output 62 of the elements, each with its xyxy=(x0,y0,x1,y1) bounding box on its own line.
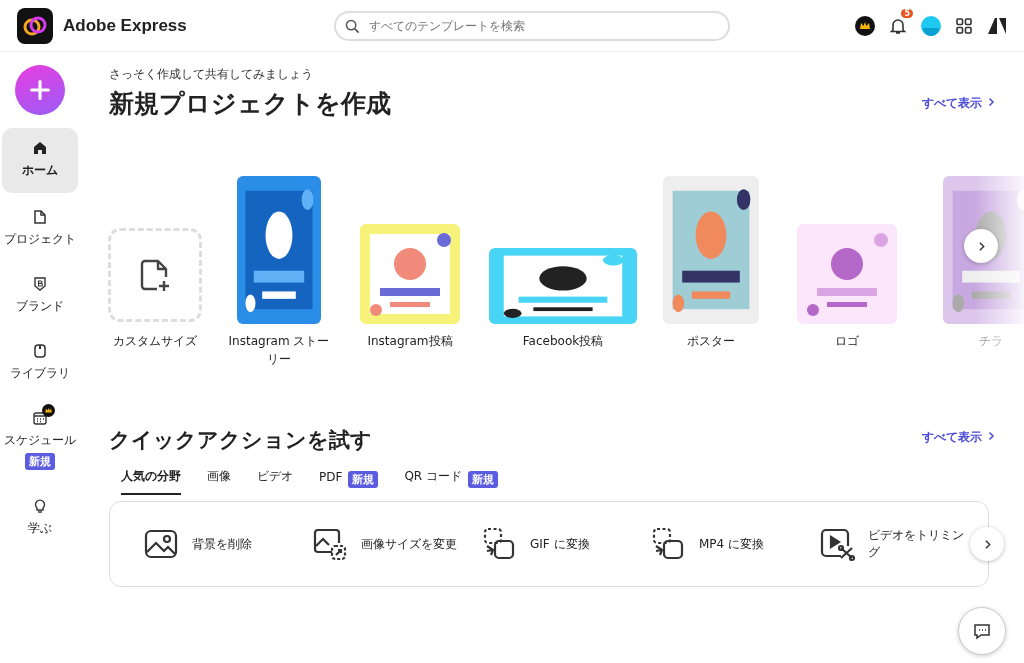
sidebar-item[interactable]: ホーム xyxy=(2,128,78,193)
category-tab[interactable]: PDF xyxy=(319,465,343,494)
chevron-right-icon xyxy=(986,431,996,441)
adobe-logo-icon[interactable] xyxy=(987,15,1007,36)
sidebar-item[interactable]: 学ぶ xyxy=(2,486,78,549)
home-icon xyxy=(32,140,48,156)
chat-button[interactable] xyxy=(958,607,1006,655)
search-field[interactable]: すべてのテンプレートを検索 xyxy=(334,10,730,41)
chat-icon xyxy=(972,621,992,641)
convert-icon[interactable] xyxy=(481,526,517,562)
sidebar-item[interactable]: ブランド xyxy=(2,264,78,327)
create-button[interactable] xyxy=(15,65,65,115)
chevron-right-icon xyxy=(986,97,996,107)
template-label[interactable]: カスタムサイズ xyxy=(100,332,210,350)
lightbulb-icon xyxy=(32,498,48,514)
file-icon xyxy=(32,209,48,225)
quick-action-label[interactable]: ビデオをトリミング xyxy=(868,527,968,561)
quick-action-label[interactable]: GIF に変換 xyxy=(530,535,630,553)
quick-action-label[interactable]: 背景を削除 xyxy=(192,535,292,553)
see-all-link[interactable]: すべて表示 xyxy=(922,95,996,112)
template-label[interactable]: Facebook投稿 xyxy=(508,332,618,350)
convert-icon[interactable] xyxy=(650,526,686,562)
template-label[interactable]: ポスター xyxy=(656,332,766,350)
video-trim-icon[interactable] xyxy=(819,526,855,562)
category-tab[interactable]: QR コード xyxy=(404,464,462,495)
sidebar-item-label: ホーム xyxy=(22,162,58,179)
sidebar-item[interactable]: プロジェクト xyxy=(2,197,78,260)
see-all-link[interactable]: すべて表示 xyxy=(922,429,996,446)
template-label[interactable]: Instagram投稿 xyxy=(355,332,465,350)
category-tab[interactable]: ビデオ xyxy=(257,464,293,495)
avatar-icon[interactable] xyxy=(921,15,941,36)
new-badge: 新規 xyxy=(348,471,379,488)
crown-icon[interactable] xyxy=(855,15,875,36)
new-badge: 新規 xyxy=(468,471,498,488)
category-tab[interactable]: 人気の分野 xyxy=(121,464,181,495)
custom-size-card[interactable] xyxy=(108,228,202,322)
plus-icon xyxy=(28,78,52,102)
sidebar-item[interactable]: スケジュール 新規 xyxy=(2,398,78,482)
template-label[interactable]: Instagram ストーリー xyxy=(224,332,334,368)
category-tab[interactable]: 画像 xyxy=(207,464,231,495)
template-label[interactable]: ロゴ xyxy=(792,332,902,350)
quick-action-label[interactable]: 画像サイズを変更 xyxy=(361,535,461,553)
sidebar-item-label: ブランド xyxy=(16,298,64,315)
section-subtitle: さっそく作成して共有してみましょう xyxy=(109,66,314,83)
notification-badge: 5 xyxy=(901,8,913,18)
app-logo-icon[interactable] xyxy=(17,7,53,44)
library-icon xyxy=(32,343,48,359)
image-resize-icon[interactable] xyxy=(312,526,348,562)
search-icon xyxy=(345,18,360,34)
section-title: クイックアクションを試す xyxy=(109,427,372,454)
brand-badge-icon xyxy=(32,276,48,292)
sidebar-item-label: 学ぶ xyxy=(28,520,52,537)
new-badge: 新規 xyxy=(25,453,55,470)
app-name: Adobe Express xyxy=(63,15,188,36)
sidebar-item-label: スケジュール xyxy=(4,432,76,449)
sidebar-item-label: ライブラリ xyxy=(10,365,70,382)
calendar-icon xyxy=(32,410,48,426)
sidebar-item[interactable]: ライブラリ xyxy=(2,331,78,394)
quick-action-label[interactable]: MP4 に変換 xyxy=(699,535,799,553)
section-title: 新規プロジェクトを作成 xyxy=(109,88,391,120)
apps-grid-icon[interactable] xyxy=(954,15,974,36)
sidebar-item-label: プロジェクト xyxy=(4,231,76,248)
